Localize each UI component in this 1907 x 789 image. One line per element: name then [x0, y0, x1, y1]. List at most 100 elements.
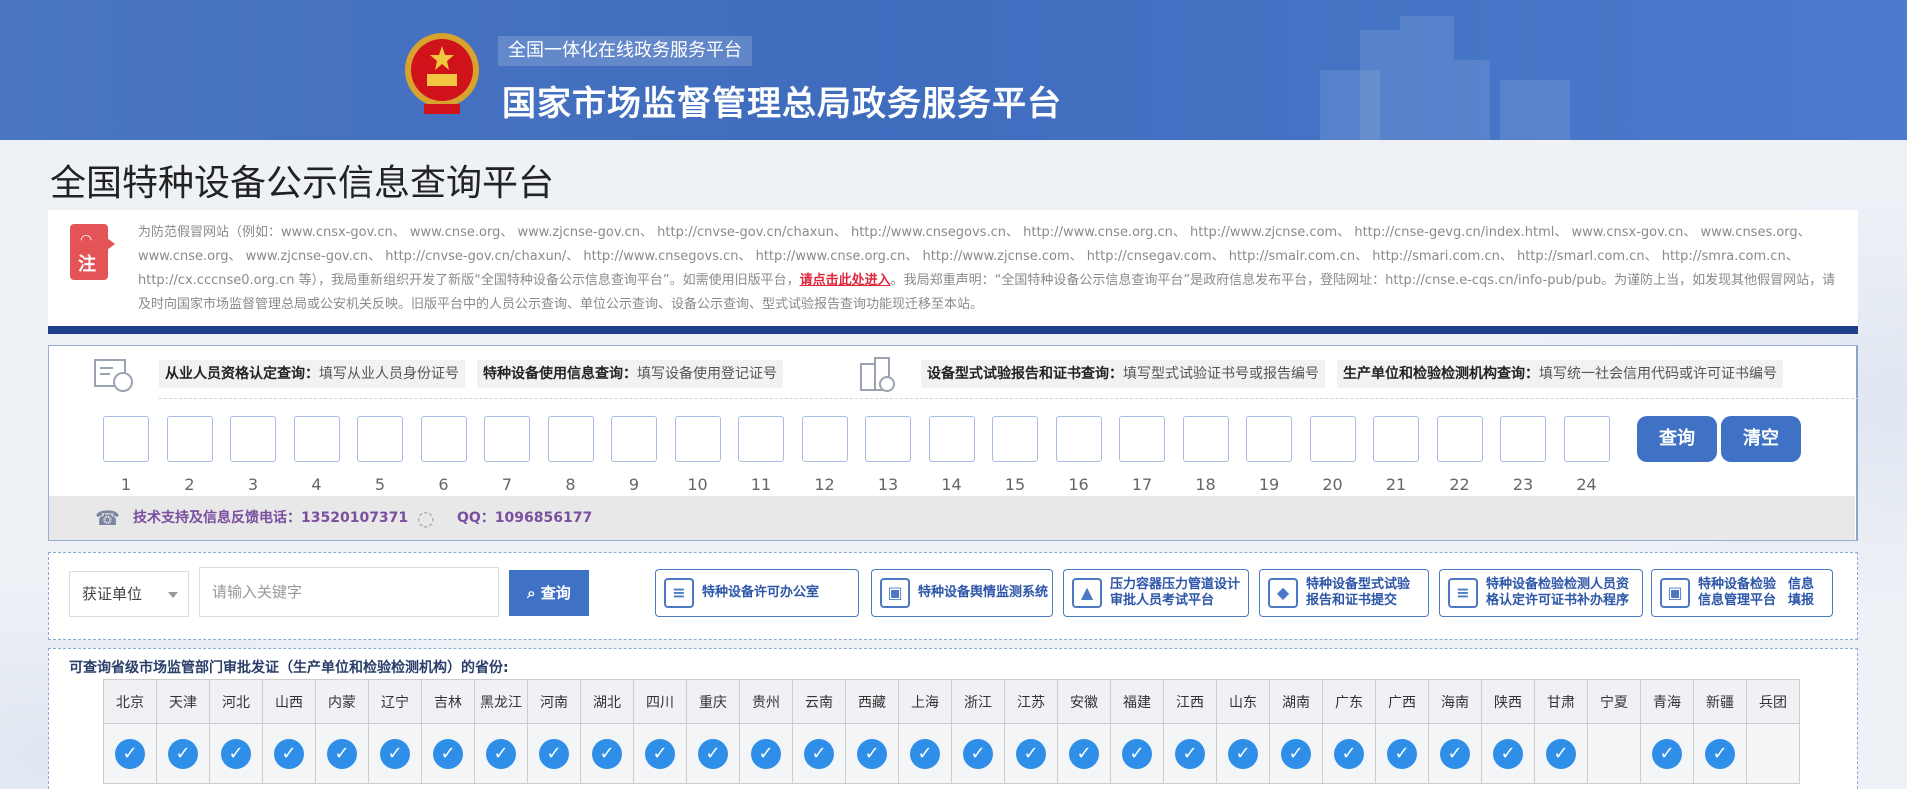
- digit-input-18[interactable]: [1182, 416, 1229, 462]
- check-circle-icon[interactable]: ✓: [698, 738, 728, 769]
- clear-button[interactable]: 清空: [1721, 416, 1801, 462]
- digit-label: 12: [814, 475, 835, 494]
- check-circle-icon[interactable]: ✓: [1175, 738, 1205, 769]
- link-license-office[interactable]: ≡ 特种设备许可办公室: [655, 569, 859, 617]
- check-circle-icon[interactable]: ✓: [1440, 738, 1470, 769]
- check-circle-icon[interactable]: ✓: [327, 738, 357, 769]
- digit-input-3[interactable]: [230, 416, 276, 462]
- digit-input-10[interactable]: [674, 416, 721, 462]
- province-status: ✓: [1269, 723, 1323, 784]
- keyword-input[interactable]: 请输入关键字: [199, 567, 499, 617]
- check-circle-icon[interactable]: ✓: [751, 738, 781, 769]
- check-circle-icon[interactable]: ✓: [1387, 738, 1417, 769]
- check-circle-icon[interactable]: ✓: [1228, 738, 1258, 769]
- check-circle-icon[interactable]: ✓: [486, 738, 516, 769]
- digit-input-17[interactable]: [1119, 416, 1165, 462]
- check-circle-icon[interactable]: ✓: [645, 738, 675, 769]
- digit-input-22[interactable]: [1436, 416, 1483, 462]
- check-circle-icon[interactable]: ✓: [380, 738, 410, 769]
- old-platform-link[interactable]: 请点击此处进入: [800, 273, 891, 288]
- check-circle-icon[interactable]: ✓: [1546, 738, 1576, 769]
- province-name: 湖北: [580, 679, 634, 724]
- digit-input-21[interactable]: [1373, 416, 1419, 462]
- check-circle-icon[interactable]: ✓: [1069, 738, 1099, 769]
- province-status: ✓: [792, 723, 846, 784]
- query-button[interactable]: 查询: [1637, 416, 1717, 462]
- digit-input-16[interactable]: [1055, 416, 1102, 462]
- check-circle-icon[interactable]: ✓: [1652, 738, 1682, 769]
- digit-label: 5: [374, 475, 386, 494]
- province-name: 江西: [1163, 679, 1217, 724]
- picture-icon: ▣: [880, 578, 910, 608]
- check-circle-icon[interactable]: ✓: [1493, 738, 1523, 769]
- check-circle-icon[interactable]: ✓: [539, 738, 569, 769]
- digit-input-20[interactable]: [1309, 416, 1356, 462]
- digit-input-9[interactable]: [611, 416, 657, 462]
- province-status: ✓: [1216, 723, 1270, 784]
- digit-label: 15: [1004, 475, 1026, 494]
- check-circle-icon[interactable]: ✓: [592, 738, 622, 769]
- link-certificate-reissue[interactable]: ≡ 特种设备检验检测人员资格认定许可证书补办程序: [1439, 569, 1643, 617]
- check-circle-icon[interactable]: ✓: [804, 738, 834, 769]
- certificate-query-panel: 从业人员资格认定查询：填写从业人员身份证号 特种设备使用信息查询：填写设备使用登…: [48, 345, 1859, 541]
- hint-production-unit: 生产单位和检验检测机构查询：填写统一社会信用代码或许可证书编号: [1337, 360, 1783, 388]
- digit-input-24[interactable]: [1563, 416, 1610, 462]
- province-name: 贵州: [739, 679, 793, 724]
- link-type-test-submit[interactable]: ◆ 特种设备型式试验报告和证书提交: [1259, 569, 1429, 617]
- province-name: 广东: [1322, 679, 1376, 724]
- province-panel: 可查询省级市场监管部门审批发证（生产单位和检验检测机构）的省份: 北京 天津 河北山…: [48, 648, 1858, 789]
- province-status: ✓: [1004, 723, 1058, 784]
- check-circle-icon[interactable]: ✓: [963, 738, 993, 769]
- check-circle-icon[interactable]: ✓: [1705, 738, 1735, 769]
- digit-input-23[interactable]: [1500, 416, 1546, 462]
- province-status: ✓: [1534, 723, 1588, 784]
- province-name: 广西: [1375, 679, 1429, 724]
- link-public-opinion[interactable]: ▣ 特种设备舆情监测系统: [871, 569, 1053, 617]
- digit-input-4[interactable]: [293, 416, 340, 462]
- check-circle-icon[interactable]: ✓: [1281, 738, 1311, 769]
- digit-label: 3: [247, 475, 259, 494]
- link-exam-platform[interactable]: ▲ 压力容器压力管道设计审批人员考试平台: [1063, 569, 1249, 617]
- province-name: 浙江: [951, 679, 1005, 724]
- digit-input-19[interactable]: [1246, 416, 1292, 462]
- digit-input-13[interactable]: [865, 416, 911, 462]
- province-name: 福建: [1110, 679, 1164, 724]
- digit-input-5[interactable]: [357, 416, 403, 462]
- digit-input-14[interactable]: [928, 416, 975, 462]
- check-circle-icon[interactable]: ✓: [910, 738, 940, 769]
- check-circle-icon[interactable]: ✓: [168, 738, 198, 769]
- search-type-select[interactable]: 获证单位: [69, 571, 189, 617]
- check-circle-icon[interactable]: ✓: [274, 738, 304, 769]
- check-circle-icon[interactable]: ✓: [221, 738, 251, 769]
- divider: [159, 398, 1859, 399]
- province-name: 海南: [1428, 679, 1482, 724]
- digit-input-6[interactable]: [420, 416, 467, 462]
- province-name: 四川: [633, 679, 687, 724]
- digit-input-7[interactable]: [484, 416, 530, 462]
- digit-input-12[interactable]: [801, 416, 848, 462]
- digit-input-8[interactable]: [547, 416, 594, 462]
- digit-input-11[interactable]: [738, 416, 784, 462]
- notice-text: 为防范假冒网站（例如：www.cnsx-gov.cn、 www.cnse.org…: [138, 225, 1836, 312]
- cube-icon: ◆: [1268, 578, 1298, 608]
- search-button[interactable]: ⌕ 查询: [509, 570, 589, 616]
- check-circle-icon[interactable]: ✓: [433, 738, 463, 769]
- check-circle-icon[interactable]: ✓: [857, 738, 887, 769]
- check-circle-icon[interactable]: ✓: [115, 738, 145, 769]
- digit-label: 24: [1576, 475, 1597, 494]
- digit-input-1[interactable]: [103, 416, 149, 462]
- digit-label: 1: [120, 475, 132, 494]
- phone-icon: ☎: [95, 506, 120, 530]
- digit-label: 10: [687, 475, 708, 494]
- digit-input-2[interactable]: [166, 416, 213, 462]
- check-circle-icon[interactable]: ✓: [1122, 738, 1152, 769]
- province-name: 辽宁: [368, 679, 422, 724]
- check-circle-icon[interactable]: ✓: [1334, 738, 1364, 769]
- qq-icon: ◌: [417, 506, 435, 530]
- link-inspection-platform[interactable]: ▣ 特种设备检验信息管理平台 信息填报: [1651, 569, 1833, 617]
- top-banner: 全国一体化在线政务服务平台 国家市场监督管理总局政务服务平台: [0, 0, 1907, 140]
- check-circle-icon[interactable]: ✓: [1016, 738, 1046, 769]
- province-status: ✓: [1693, 723, 1747, 784]
- digit-input-15[interactable]: [992, 416, 1038, 462]
- province-status: ✓: [421, 723, 475, 784]
